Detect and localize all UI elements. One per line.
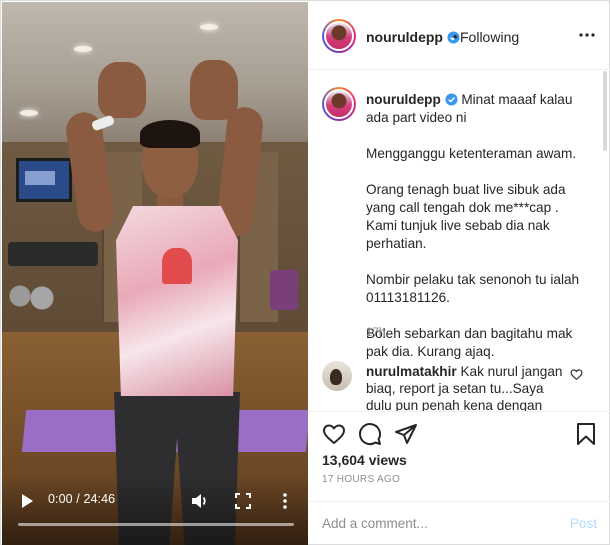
author-avatar[interactable] <box>322 19 356 53</box>
share-icon[interactable] <box>394 422 418 446</box>
add-comment-bar: Post <box>308 501 610 545</box>
save-bookmark-icon[interactable] <box>574 422 598 446</box>
commenter-avatar[interactable] <box>322 361 352 391</box>
left-hand <box>98 62 146 118</box>
caption-paragraph: Mengganggu ketenteraman awam. <box>366 146 577 161</box>
right-hand <box>190 60 238 120</box>
hair <box>140 120 200 148</box>
person <box>2 2 308 545</box>
caption-paragraph: Orang tenagh buat live sibuk ada yang ca… <box>366 182 566 251</box>
post-comment-button[interactable]: Post <box>570 516 597 531</box>
instagram-post: 0:00 / 24:46 nouruldepp • Following nour… <box>0 0 610 545</box>
header-separator: • <box>453 29 458 44</box>
video-progress-bar[interactable] <box>18 523 294 526</box>
play-icon[interactable] <box>18 492 36 510</box>
comments-section[interactable]: nouruldepp Minat maaaf kalau ada part vi… <box>308 71 610 411</box>
comment-input[interactable] <box>322 508 552 538</box>
view-count[interactable]: 13,604 views <box>322 452 407 468</box>
fullscreen-icon[interactable] <box>234 492 252 510</box>
video-time: 0:00 / 24:46 <box>48 492 116 506</box>
caption-paragraph: Nombir pelaku tak senonoh tu ialah 01113… <box>366 272 580 305</box>
more-vertical-icon[interactable] <box>278 491 292 511</box>
shirt-print <box>162 248 192 284</box>
post-header: nouruldepp • Following <box>308 2 610 70</box>
comment-icon[interactable] <box>358 422 382 446</box>
author-username[interactable]: nouruldepp <box>366 29 460 45</box>
volume-icon[interactable] <box>190 491 210 511</box>
author-username-text: nouruldepp <box>366 29 443 45</box>
following-button[interactable]: Following <box>460 29 519 45</box>
comments-scrollbar[interactable] <box>603 71 607 151</box>
caption: nouruldepp Minat maaaf kalau ada part vi… <box>366 91 592 379</box>
post-timestamp[interactable]: 17 HOURS AGO <box>322 474 400 485</box>
more-horizontal-icon[interactable] <box>578 29 596 41</box>
caption-timestamp[interactable]: 17h <box>366 327 385 339</box>
tank-top <box>116 206 238 396</box>
caption-username[interactable]: nouruldepp <box>366 92 441 107</box>
verified-badge-icon <box>445 93 458 106</box>
video-controls: 0:00 / 24:46 <box>2 486 308 516</box>
comment: nurulmatakhir Kak nurul jangan biaq, rep… <box>366 363 566 411</box>
post-actions: 13,604 views 17 HOURS AGO <box>308 411 610 501</box>
comment-like-icon[interactable] <box>570 368 583 381</box>
commenter-username[interactable]: nurulmatakhir <box>366 364 457 379</box>
left-arm <box>63 110 117 234</box>
like-icon[interactable] <box>322 422 346 446</box>
post-sidebar: nouruldepp • Following nouruldepp Minat … <box>308 2 610 545</box>
caption-paragraph: Boleh sebarkan dan bagitahu mak pak dia.… <box>366 326 573 359</box>
caption-avatar[interactable] <box>322 87 356 121</box>
video-player[interactable]: 0:00 / 24:46 <box>2 2 308 545</box>
